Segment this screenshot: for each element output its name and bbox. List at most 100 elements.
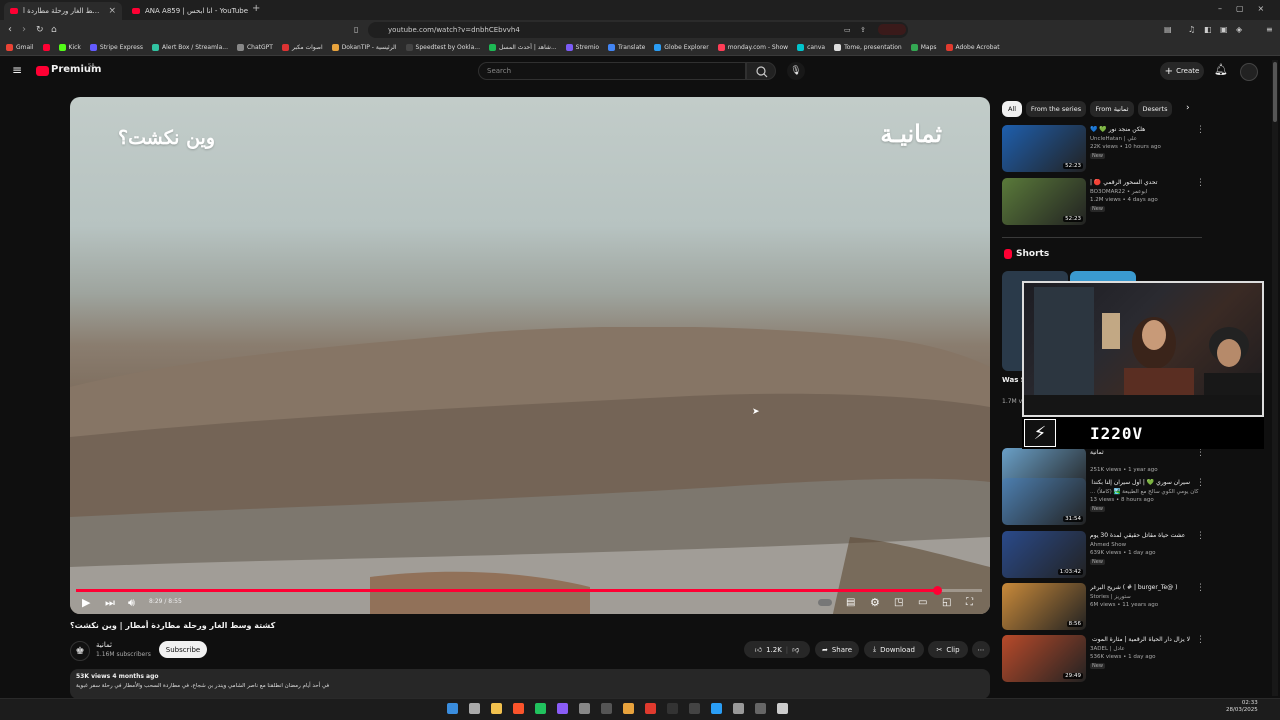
recommendation-item[interactable]: 1:03:42 عشت حياة مقاتل حقيقي لمدة 30 يوم A… <box>1002 531 1205 579</box>
bookmark-acrobat[interactable]: Adobe Acrobat <box>945 44 1000 51</box>
extensions-icon[interactable]: ◧ <box>1204 24 1212 36</box>
fullscreen-icon[interactable]: ⛶ <box>966 596 973 610</box>
miniplayer-icon[interactable]: ◳ <box>894 596 903 610</box>
share-button[interactable]: ➦ Share <box>815 641 859 658</box>
subscribe-button[interactable]: Subscribe <box>159 641 207 658</box>
chip-from-series[interactable]: From the series <box>1026 101 1086 117</box>
forward-icon[interactable]: › <box>22 24 26 36</box>
recommendation-channel[interactable]: Ahmed Show <box>1090 542 1126 548</box>
more-options-icon[interactable]: ⋮ <box>1196 178 1205 188</box>
video-player[interactable]: ثمانيـة وين نكشت؟ <box>70 97 990 614</box>
cast-icon[interactable]: ◱ <box>942 596 951 610</box>
app-icon[interactable] <box>777 703 788 714</box>
recommendation-item[interactable]: 52:23 تحدي السحور الرقمي 🔴 | BO3OMAR22 • ا… <box>1002 178 1205 226</box>
video-thumbnail[interactable]: 8:56 <box>1002 583 1086 630</box>
app-icon[interactable] <box>667 703 678 714</box>
notifications-bell-icon[interactable]: 🔔︎ <box>1214 63 1228 76</box>
app-icon[interactable] <box>645 703 656 714</box>
media-icon[interactable]: ♫ <box>1188 24 1195 36</box>
chips-next-icon[interactable]: › <box>1186 103 1190 113</box>
bookmark-sounds[interactable]: اصوات مكبر <box>281 44 323 51</box>
more-options-icon[interactable]: ⋮ <box>1196 635 1205 645</box>
file-explorer-icon[interactable] <box>491 703 502 714</box>
bookmark-tome[interactable]: Tome, presentation <box>834 44 902 51</box>
bookmark-alertbox[interactable]: Alert Box / Streamla... <box>152 44 228 51</box>
more-options-icon[interactable]: ⋮ <box>1196 125 1205 135</box>
recommendation-item[interactable]: 52:23 هلكن منجد نور 💚 💙 UncleHatan | علي 22… <box>1002 125 1205 173</box>
start-icon[interactable] <box>447 703 458 714</box>
chip-all[interactable]: All <box>1002 101 1022 117</box>
subtitles-icon[interactable]: ▤ <box>846 596 855 610</box>
scrollbar-thumb[interactable] <box>1273 62 1277 122</box>
bookmark-gmail[interactable]: Gmail <box>6 44 34 51</box>
recommendation-channel[interactable]: ... كان يومي الكوي سالح مع الطبيعة 🏞️ (ك… <box>1090 489 1199 495</box>
bookmark-monday[interactable]: monday.com - Show <box>717 44 788 51</box>
address-bar[interactable]: youtube.com/watch?v=dnbhCEbvvh4 <box>368 22 908 38</box>
brave-icon[interactable] <box>513 703 524 714</box>
progress-scrubber[interactable] <box>932 586 942 595</box>
recommendation-title[interactable]: سيران سوري 💚 | أول سيران إلنا بكندا 🇨🇦 <box>1090 479 1190 486</box>
recommendation-title[interactable]: ( @burger_Te | # ) شريح البرغر <box>1090 584 1190 591</box>
tab-youtube-ana[interactable]: ANA A859 | انا ابحس - YouTube <box>126 2 250 20</box>
bookmark-chatgpt[interactable]: ChatGPT <box>236 44 273 51</box>
app-icon[interactable] <box>733 703 744 714</box>
bookmark-shahid[interactable]: شاهد | أحدث المسل... <box>488 44 557 51</box>
short-title[interactable]: Was S... Good <box>1002 375 1022 385</box>
voice-search-icon[interactable]: 🎙︎ <box>787 62 805 80</box>
back-icon[interactable]: ‹ <box>8 24 12 36</box>
more-options-icon[interactable]: ⋮ <box>1196 531 1205 541</box>
hamburger-menu-icon[interactable]: ≡ <box>12 63 22 77</box>
download-button[interactable]: ⤓ Download <box>864 641 924 658</box>
app-icon[interactable] <box>557 703 568 714</box>
video-thumbnail[interactable]: 52:23 <box>1002 178 1086 225</box>
bookmark-dokantip[interactable]: DokanTIP - الرئيسية <box>331 44 397 51</box>
recommendation-title[interactable]: عشت حياة مقاتل حقيقي لمدة 30 يوم <box>1090 532 1190 539</box>
app-icon[interactable] <box>623 703 634 714</box>
settings-gear-icon[interactable]: ⚙︎ <box>870 596 880 610</box>
recommendation-channel[interactable]: 3ADEL | عادل <box>1090 646 1125 652</box>
recommendation-channel[interactable]: BO3OMAR22 • ابوعمر <box>1090 189 1147 195</box>
next-icon[interactable]: ⏭︎ <box>105 596 115 610</box>
more-options-icon[interactable]: ⋮ <box>1196 583 1205 593</box>
app-icon[interactable] <box>535 703 546 714</box>
bookmark-red[interactable] <box>42 44 50 51</box>
brave-shields-icon[interactable] <box>878 24 906 35</box>
video-thumbnail[interactable]: 29:49 <box>1002 635 1086 682</box>
create-button[interactable]: + Create <box>1160 62 1204 80</box>
video-thumbnail[interactable]: 1:03:42 <box>1002 531 1086 578</box>
progress-bar[interactable] <box>76 586 982 595</box>
video-thumbnail[interactable]: 31:54 <box>1002 478 1086 525</box>
clip-button[interactable]: ✂ Clip <box>928 641 968 658</box>
like-icon[interactable]: 👍︎ <box>755 645 762 654</box>
menu-icon[interactable]: ≡ <box>1266 24 1273 36</box>
recommendation-title[interactable]: هلكن منجد نور 💚 💙 <box>1090 126 1190 133</box>
recommendation-item[interactable]: 8:56 ( @burger_Te | # ) شريح البرغر Storie… <box>1002 583 1205 631</box>
bookmark-translate[interactable]: Translate <box>608 44 645 51</box>
recommendation-title[interactable]: ثمانية <box>1090 449 1190 456</box>
chip-from-channel[interactable]: From ثمانية <box>1090 101 1134 117</box>
autoplay-toggle[interactable] <box>818 599 832 606</box>
bookmark-globe[interactable]: Globe Explorer <box>654 44 709 51</box>
dislike-icon[interactable]: 👎︎ <box>792 645 799 654</box>
home-icon[interactable]: ⌂ <box>51 24 57 36</box>
vpn-icon[interactable]: ◈ <box>1236 24 1242 36</box>
video-thumbnail[interactable]: 52:23 <box>1002 125 1086 172</box>
cast-icon[interactable]: ▭ <box>844 24 851 36</box>
youtube-logo-icon[interactable] <box>36 66 49 76</box>
more-options-icon[interactable]: ⋮ <box>1196 478 1205 488</box>
app-icon[interactable] <box>601 703 612 714</box>
reload-icon[interactable]: ↻ <box>36 24 44 36</box>
new-tab-button[interactable]: + <box>252 3 260 14</box>
share-page-icon[interactable]: ⇪ <box>860 24 866 36</box>
recommendation-channel[interactable]: Stories | ستوريز <box>1090 594 1131 600</box>
channel-avatar[interactable]: ♚ <box>70 641 90 661</box>
chip-deserts[interactable]: Deserts <box>1138 101 1172 117</box>
page-scrollbar[interactable] <box>1272 60 1278 696</box>
bookmark-canva[interactable]: canva <box>797 44 825 51</box>
recommendation-item[interactable]: 31:54 سيران سوري 💚 | أول سيران إلنا بكندا… <box>1002 478 1205 526</box>
play-icon[interactable]: ▶ <box>82 596 90 610</box>
search-icon[interactable] <box>469 703 480 714</box>
more-options-icon[interactable]: ⋮ <box>1196 448 1205 458</box>
app-icon[interactable] <box>711 703 722 714</box>
volume-icon[interactable]: 🔊︎ <box>128 596 135 610</box>
